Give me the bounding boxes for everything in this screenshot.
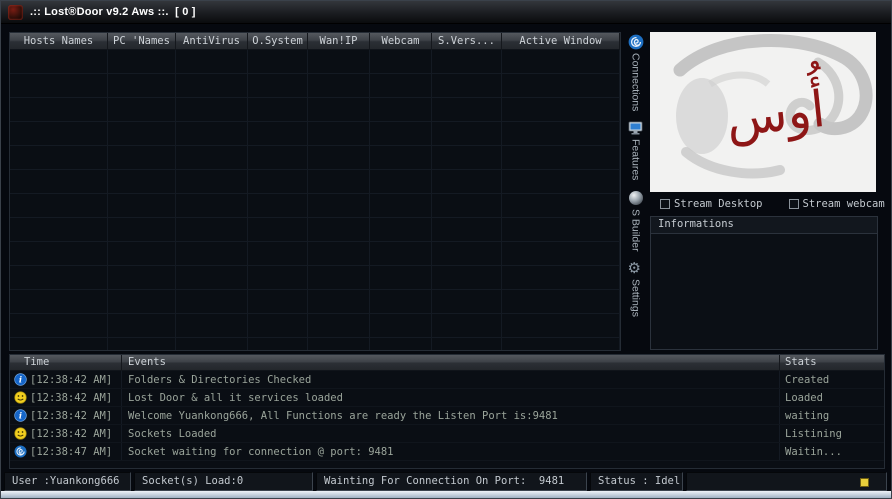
info-icon: i [14,409,27,422]
smiley-icon [14,391,27,404]
log-row[interactable]: i [12:38:42 AM] Folders & Directories Chec… [10,371,884,389]
stream-desktop-option[interactable]: Stream Desktop [660,198,763,210]
side-tab-bar: Connections Features S Builder ⚙ Settings [622,34,649,354]
sidebar-tab-label: Connections [630,53,642,111]
log-column-events[interactable]: Events [122,355,780,371]
hosts-column-header[interactable]: AntiVirus [176,33,248,50]
stream-webcam-label: Stream webcam [803,198,885,210]
hosts-column-header[interactable]: Active Window [502,33,620,50]
log-stat: Listining [780,425,884,442]
svg-text:i: i [19,411,22,421]
sidebar-tab-label: Features [630,139,642,180]
log-time: [12:38:42 AM] [30,410,112,422]
log-row[interactable]: [12:38:42 AM] Sockets LoadedListining [10,425,884,443]
hosts-grid-column [502,50,620,350]
status-state: Status : Idel [590,472,683,491]
hosts-column-header[interactable]: Hosts Names [10,33,108,50]
window-bottom-edge [1,491,891,498]
log-row[interactable]: [12:38:42 AM] Lost Door & all it services… [10,389,884,407]
hosts-grid-column [308,50,370,350]
stream-webcam-checkbox[interactable] [789,199,799,209]
hosts-column-header[interactable]: S.Vers... [432,33,502,50]
log-time-cell: i [12:38:42 AM] [10,371,122,388]
hosts-grid-column [176,50,248,350]
status-waiting: Wainting For Connection On Port: 9481 [316,472,587,491]
hosts-column-header[interactable]: Wan!IP [308,33,370,50]
log-column-time[interactable]: Time [10,355,122,371]
status-indicator [860,478,869,487]
hosts-grid-column [10,50,108,350]
right-panel: أُوس Stream Desktop Stream webcam Inform… [650,32,878,350]
hosts-grid-column [248,50,308,350]
log-time-cell: i [12:38:42 AM] [10,407,122,424]
sidebar-tab-features[interactable]: Features [628,120,644,180]
event-log-body: i [12:38:42 AM] Folders & Directories Chec… [10,371,884,461]
log-event: Lost Door & all it services loaded [122,389,780,406]
stream-options: Stream Desktop Stream webcam [650,196,878,211]
log-row[interactable]: [12:38:47 AM] Socket waiting for connecti… [10,443,884,461]
sidebar-tab-s-builder[interactable]: S Builder [628,190,644,252]
features-icon [628,120,644,136]
titlebar[interactable]: .:: Lost®Door v9.2 Aws ::. [ 0 ] [1,1,891,24]
status-indicator-panel [686,472,887,491]
log-time: [12:38:42 AM] [30,392,112,404]
status-bar: User :Yuankong666 Socket(s) Load:0 Waint… [4,472,887,491]
calligraphy-art: أُوس [650,32,876,192]
window-title: .:: Lost®Door v9.2 Aws ::. [ 0 ] [30,6,196,18]
hosts-column-header[interactable]: O.System [248,33,308,50]
info-icon: i [14,373,27,386]
hosts-table-body[interactable] [10,50,620,350]
log-stat: waiting [780,407,884,424]
calligraphy-logo: أُوس [650,32,876,192]
status-user: User :Yuankong666 [4,472,131,491]
sidebar-tab-label: Settings [630,279,642,317]
log-time-cell: [12:38:42 AM] [10,425,122,442]
log-time-cell: [12:38:42 AM] [10,389,122,406]
stream-webcam-option[interactable]: Stream webcam [789,198,885,210]
log-event: Socket waiting for connection @ port: 94… [122,443,780,460]
log-event: Folders & Directories Checked [122,371,780,388]
settings-icon: ⚙ [628,260,644,276]
log-time: [12:38:42 AM] [30,374,112,386]
event-log-header: Time Events Stats [10,355,884,371]
builder-icon [628,190,644,206]
log-column-stats[interactable]: Stats [780,355,884,371]
informations-title: Informations [651,217,877,234]
hosts-column-header[interactable]: Webcam [370,33,432,50]
sidebar-tab-connections[interactable]: Connections [628,34,644,111]
smiley-icon [14,427,27,440]
log-time-cell: [12:38:47 AM] [10,443,122,460]
hosts-table-header: Hosts NamesPC 'NamesAntiVirusO.SystemWan… [10,33,620,50]
hosts-grid-column [432,50,502,350]
swirl-icon [14,445,27,458]
log-stat: Created [780,371,884,388]
hosts-grid-column [370,50,432,350]
main-area: Hosts NamesPC 'NamesAntiVirusO.SystemWan… [1,24,891,354]
log-event: Welcome Yuankong666, All Functions are r… [122,407,780,424]
sidebar-tab-label: S Builder [630,209,642,252]
hosts-grid-column [108,50,176,350]
log-stat: Loaded [780,389,884,406]
informations-panel: Informations [650,216,878,350]
svg-text:i: i [19,375,22,385]
stream-desktop-label: Stream Desktop [674,198,763,210]
hosts-table: Hosts NamesPC 'NamesAntiVirusO.SystemWan… [9,32,621,351]
stream-desktop-checkbox[interactable] [660,199,670,209]
event-log-table: Time Events Stats i [12:38:42 AM] Folders … [9,354,885,469]
log-row[interactable]: i [12:38:42 AM] Welcome Yuankong666, All F… [10,407,884,425]
hosts-column-header[interactable]: PC 'Names [108,33,176,50]
app-icon[interactable] [8,5,23,20]
log-time: [12:38:47 AM] [30,446,112,458]
sidebar-tab-settings[interactable]: ⚙ Settings [628,260,644,317]
status-sockets: Socket(s) Load:0 [134,472,313,491]
app-window: .:: Lost®Door v9.2 Aws ::. [ 0 ] Hosts N… [0,0,892,499]
connections-icon [628,34,644,50]
log-stat: Waitin... [780,443,884,460]
log-event: Sockets Loaded [122,425,780,442]
log-time: [12:38:42 AM] [30,428,112,440]
